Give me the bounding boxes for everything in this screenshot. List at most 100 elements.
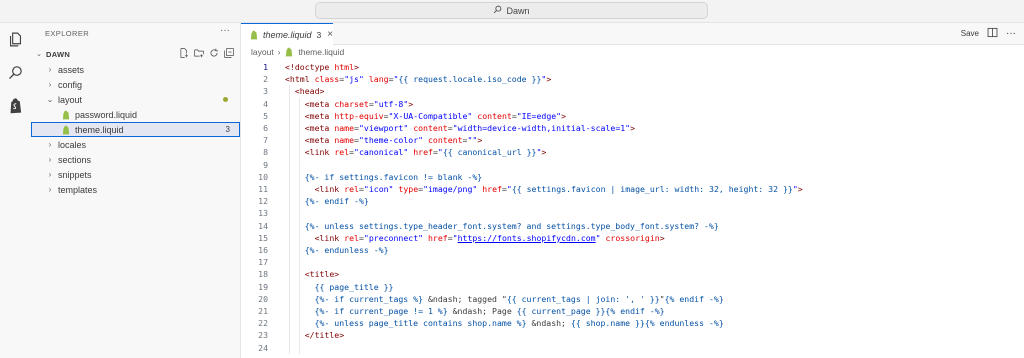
line-number: 24	[258, 342, 268, 353]
shopify-file-icon	[249, 30, 259, 40]
code-text: <link rel="canonical" href="{{ canonical…	[304, 147, 547, 158]
code-line[interactable]: 16 {%- endunless -%}	[241, 244, 1024, 256]
code-text: {%- if current_page != 1 %} &ndash; Page…	[314, 306, 665, 316]
problem-count-badge: 3	[225, 125, 230, 134]
line-number: 8	[263, 147, 268, 158]
code-line[interactable]: 9	[241, 159, 1024, 171]
chevron-down-icon: ⌄	[36, 51, 42, 58]
line-number: 2	[263, 74, 268, 85]
code-line[interactable]: 13	[241, 207, 1024, 219]
code-text: <html class="js" lang="{{ request.locale…	[285, 74, 552, 85]
code-line[interactable]: 18 <title>	[241, 268, 1024, 280]
line-number: 18	[258, 269, 268, 280]
tree-file-theme-liquid[interactable]: theme.liquid 3	[31, 122, 240, 137]
code-text: {{ page_title }}	[314, 281, 394, 292]
code-line[interactable]: 24	[241, 342, 1024, 354]
code-line[interactable]: 4 <meta charset="utf-8">	[241, 98, 1024, 110]
chevron-right-icon: ›	[48, 155, 52, 164]
refresh-icon[interactable]	[208, 47, 219, 58]
explorer-sidebar: EXPLORER ··· ⌄ DAWN › assets › config ⌄ …	[31, 23, 241, 358]
close-icon[interactable]: ×	[327, 29, 333, 40]
breadcrumb-folder[interactable]: layout	[251, 47, 274, 57]
chevron-right-icon: ›	[48, 65, 52, 74]
code-line[interactable]: 17	[241, 256, 1024, 268]
search-icon[interactable]	[6, 63, 24, 81]
line-number: 12	[258, 196, 268, 207]
tree-folder-snippets[interactable]: › snippets	[31, 167, 240, 182]
code-text: {%- if settings.favicon != blank -%}	[304, 171, 483, 182]
chevron-right-icon: ›	[48, 185, 52, 194]
code-text: </title>	[304, 330, 345, 341]
tree-folder-sections[interactable]: › sections	[31, 152, 240, 167]
new-folder-icon[interactable]	[193, 47, 204, 58]
code-line[interactable]: 7 <meta name="theme-color" content="">	[241, 134, 1024, 146]
tree-folder-locales[interactable]: › locales	[31, 137, 240, 152]
tab-theme-liquid[interactable]: theme.liquid 3 ×	[241, 23, 333, 45]
code-line[interactable]: 19 {{ page_title }}	[241, 281, 1024, 293]
command-center[interactable]: Dawn	[315, 2, 708, 19]
code-line[interactable]: 22 {%- unless page_title contains shop.n…	[241, 317, 1024, 329]
breadcrumb-file[interactable]: theme.liquid	[298, 47, 344, 57]
more-actions-icon[interactable]: ···	[1006, 28, 1016, 39]
code-line[interactable]: 21 {%- if current_page != 1 %} &ndash; P…	[241, 305, 1024, 317]
code-line[interactable]: 2 <html class="js" lang="{{ request.local…	[241, 73, 1024, 85]
line-number: 13	[258, 208, 268, 219]
code-line[interactable]: 12 {%- endif -%}	[241, 195, 1024, 207]
line-number: 11	[258, 184, 268, 194]
tree-item-label: assets	[58, 64, 85, 75]
code-line[interactable]: 5 <meta http-equiv="X-UA-Compatible" con…	[241, 110, 1024, 122]
code-editor[interactable]: 1 <!doctype html> 2 <html class="js" lang="…	[241, 61, 1024, 358]
line-number: 7	[263, 135, 268, 146]
code-text: <head>	[294, 86, 325, 97]
code-text: {%- endif -%}	[304, 196, 369, 207]
tree-folder-assets[interactable]: › assets	[31, 62, 240, 77]
line-number: 22	[258, 318, 268, 329]
split-editor-icon[interactable]	[987, 27, 998, 40]
code-line[interactable]: 10 {%- if settings.favicon != blank -%}	[241, 171, 1024, 183]
code-text: <link rel="preconnect" href="https://fon…	[314, 232, 665, 243]
line-number: 16	[258, 245, 268, 255]
more-actions-icon[interactable]: ···	[220, 25, 230, 36]
title-bar: Dawn	[0, 0, 1024, 23]
shopify-file-icon	[61, 125, 71, 135]
shopify-icon[interactable]	[6, 96, 24, 114]
tree-item-label: theme.liquid	[75, 124, 124, 135]
tree-folder-config[interactable]: › config	[31, 77, 240, 92]
code-line[interactable]: 15 <link rel="preconnect" href="https://…	[241, 232, 1024, 244]
line-number: 5	[263, 110, 268, 121]
code-text: {%- unless page_title contains shop.name…	[314, 318, 724, 329]
code-text: <!doctype html>	[285, 62, 359, 72]
code-text: <link rel="icon" type="image/png" href="…	[314, 184, 803, 194]
tree-folder-templates[interactable]: › templates	[31, 182, 240, 197]
line-number: 4	[263, 98, 268, 109]
code-line[interactable]: 11 <link rel="icon" type="image/png" hre…	[241, 183, 1024, 195]
new-file-icon[interactable]	[178, 47, 189, 58]
line-number: 6	[263, 123, 268, 133]
line-number: 15	[258, 232, 268, 243]
code-line[interactable]: 14 {%- unless settings.type_header_font.…	[241, 220, 1024, 232]
line-number: 9	[263, 159, 268, 170]
save-button[interactable]: Save	[961, 29, 979, 38]
breadcrumb: layout › theme.liquid	[241, 45, 344, 59]
tree-file-password-liquid[interactable]: password.liquid	[31, 107, 240, 122]
tree-item-label: snippets	[58, 169, 92, 180]
code-line[interactable]: 23 </title>	[241, 329, 1024, 341]
code-line[interactable]: 20 {%- if current_tags %} &ndash; tagged…	[241, 293, 1024, 305]
code-text: <meta name="theme-color" content="">	[304, 135, 483, 146]
code-line[interactable]: 8 <link rel="canonical" href="{{ canonic…	[241, 146, 1024, 158]
collapse-all-icon[interactable]	[223, 47, 234, 58]
code-line[interactable]: 6 <meta name="viewport" content="width=d…	[241, 122, 1024, 134]
tree-folder-layout[interactable]: ⌄ layout	[31, 92, 240, 107]
workspace-label: DAWN	[46, 49, 71, 59]
workspace-root[interactable]: ⌄ DAWN	[31, 47, 240, 61]
code-line[interactable]: 3 <head>	[241, 85, 1024, 97]
search-icon	[493, 5, 502, 16]
chevron-right-icon: ›	[48, 170, 52, 179]
code-text: {%- endunless -%}	[304, 245, 389, 255]
chevron-down-icon: ⌄	[46, 95, 54, 104]
line-number: 1	[263, 62, 268, 72]
files-icon[interactable]	[6, 30, 24, 48]
code-line[interactable]: 1 <!doctype html>	[241, 61, 1024, 73]
code-text: <title>	[304, 269, 340, 280]
chevron-right-icon: ›	[48, 80, 52, 89]
